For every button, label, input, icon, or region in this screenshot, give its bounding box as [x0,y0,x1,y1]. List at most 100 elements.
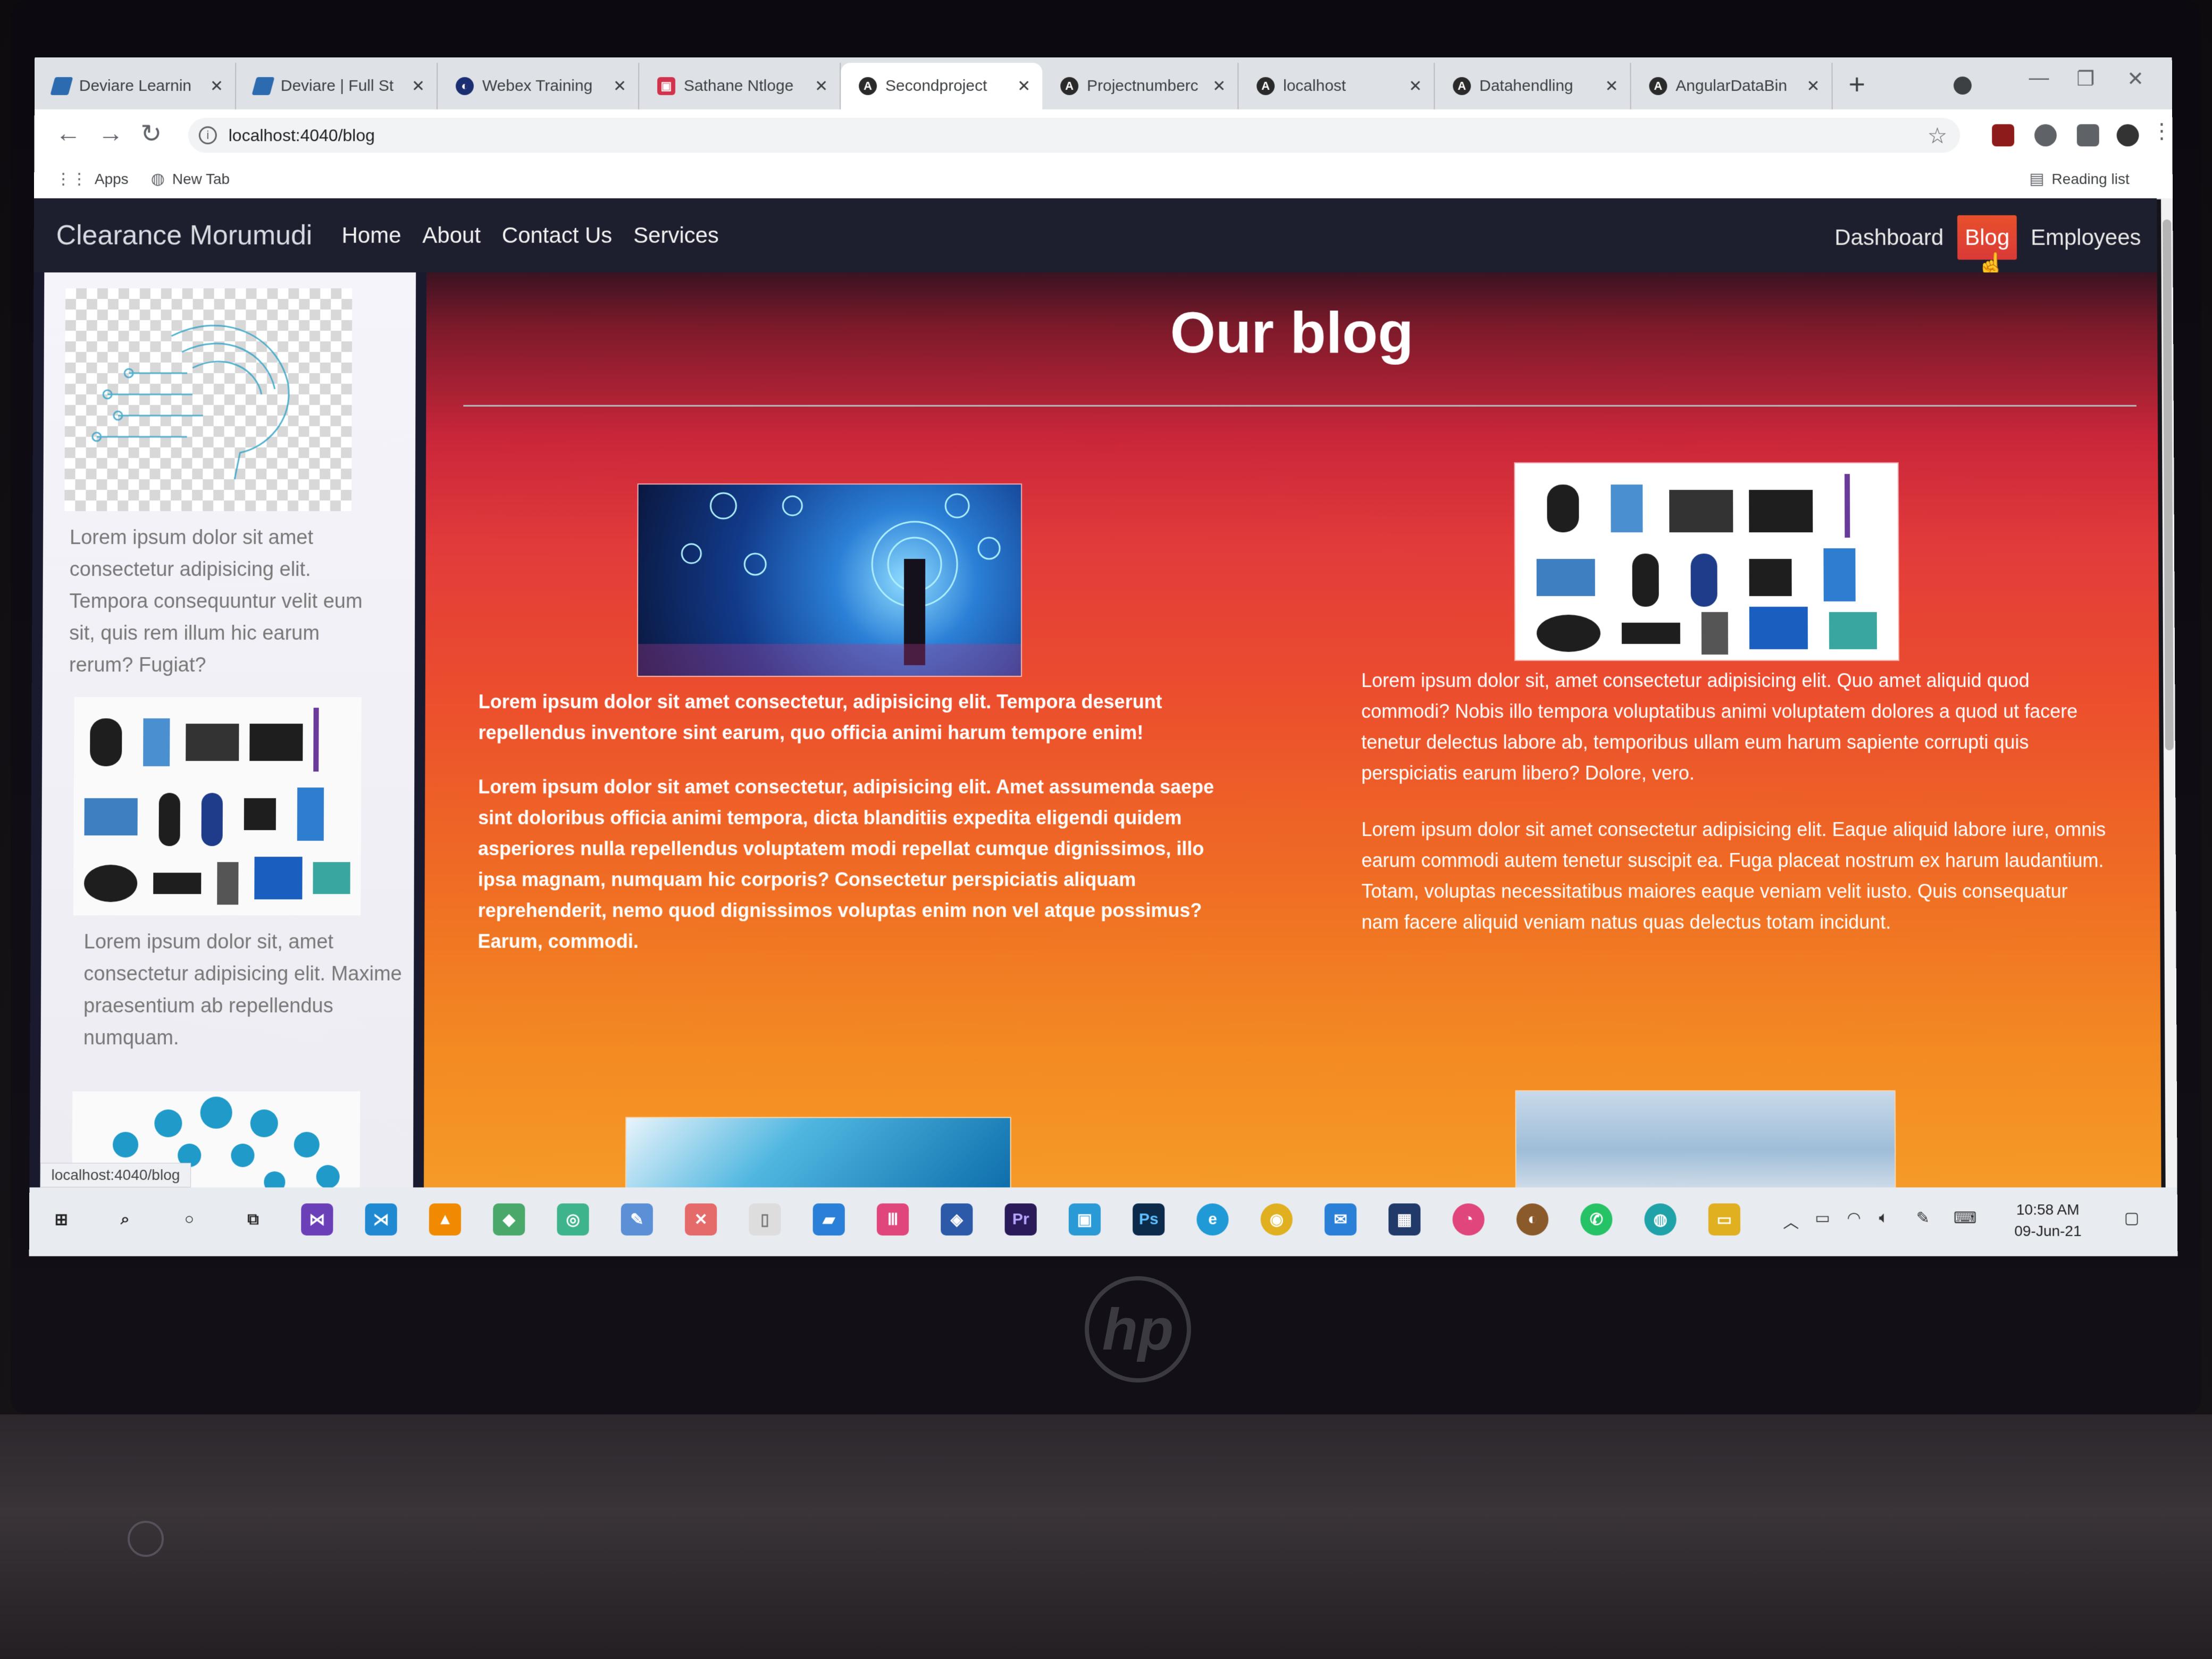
file-explorer-icon[interactable]: ▭ [1708,1203,1740,1235]
tab-datahendling[interactable]: A Datahendling ✕ [1435,63,1631,110]
close-icon[interactable]: ✕ [815,77,828,96]
photoshop-icon[interactable]: Ps [1133,1203,1164,1235]
angular-icon: A [1256,77,1275,95]
tab-localhost[interactable]: Alocalhost ✕ [1238,63,1435,110]
close-icon[interactable]: ✕ [1212,77,1226,96]
volume-icon[interactable]: 🔈︎ [1879,1209,1889,1227]
close-icon[interactable]: ✕ [613,77,626,96]
close-icon[interactable]: ✕ [210,77,223,96]
scrollbar-thumb[interactable] [2163,220,2174,750]
electronics-image [1515,463,1898,660]
whatsapp-icon[interactable]: ✆ [1580,1203,1612,1235]
new-tab-button[interactable]: + [1848,68,1865,101]
angular-icon: A [1649,77,1667,95]
bookmark-new-tab[interactable]: ◍ New Tab [151,170,230,188]
back-icon[interactable]: ← [55,119,81,148]
mail-icon[interactable]: ✉ [1325,1203,1356,1235]
menu-dots-icon[interactable]: ⋮ [2151,119,2172,144]
angular-icon: A [1453,77,1471,95]
app-icon-1[interactable]: ◆ [493,1203,525,1235]
pen-icon[interactable]: ✎ [1916,1209,1930,1227]
taskbar-clock[interactable]: 10:58 AM 09-Jun-21 [2014,1199,2082,1242]
window-close-icon[interactable]: ✕ [2127,67,2144,91]
reading-list-toolbar-icon[interactable] [2077,124,2099,147]
minimize-icon[interactable]: — [2029,67,2049,90]
app-icon-4[interactable]: ✕ [685,1203,717,1235]
web-page: Clearance Morumudi Home About Contact Us… [29,198,2161,1187]
vlc-icon[interactable]: ▲ [429,1203,461,1235]
nav-link-home[interactable]: Home [342,223,401,248]
site-info-icon[interactable]: i [199,127,217,145]
close-icon[interactable]: ✕ [412,77,425,96]
globe-icon: ◍ [151,170,165,188]
close-icon[interactable]: ✕ [1807,77,1820,96]
app-icon-5[interactable]: ▰ [813,1203,845,1235]
app-icon-3[interactable]: ✎ [621,1203,653,1235]
task-view-icon[interactable]: ⧉ [237,1203,269,1235]
angular-icon: A [1060,77,1078,95]
store-icon[interactable]: ▦ [1388,1203,1420,1235]
bookmark-star-icon[interactable]: ☆ [1928,122,1948,148]
pdf-extension-icon[interactable] [1992,124,2014,147]
reading-list-button[interactable]: ▤ Reading list [2029,170,2129,188]
app-icon-9[interactable]: ◐ [1516,1203,1548,1235]
browser-tab-strip: Deviare Learnin ✕ Deviare | Full St ✕ ◐ Web… [35,57,2172,109]
post-2-paragraph-1: Lorem ipsum dolor sit, amet consectetur … [1361,665,2106,789]
extensions-puzzle-icon[interactable] [2034,124,2057,147]
sathane-icon: ▣ [657,77,675,95]
restore-icon[interactable]: ❐ [2076,67,2094,91]
keyboard-icon[interactable]: ⌨ [1954,1209,1977,1227]
app-icon-7[interactable]: ▣ [1069,1203,1101,1235]
notification-icon[interactable]: ▢ [2124,1209,2140,1227]
reload-icon[interactable]: ↻ [140,119,162,149]
windows-start-icon[interactable]: ⊞ [45,1203,77,1235]
tab-webex-training[interactable]: ◐ Webex Training ✕ [438,63,639,110]
close-icon[interactable]: ✕ [1605,77,1618,96]
tray-chevron-icon[interactable]: ︿ [1783,1209,1799,1232]
blog-main: Our blog Lorem ipsum dolor sit amet cons… [424,272,2161,1187]
nav-link-dashboard[interactable]: Dashboard [1834,225,1943,250]
avatar[interactable] [2117,124,2139,147]
file-icon[interactable]: ▯ [749,1203,781,1235]
tab-sathane-ntloge[interactable]: ▣ Sathane Ntloge ✕ [639,63,841,110]
close-icon[interactable]: ✕ [1017,77,1030,96]
battery-icon[interactable]: ▭ [1815,1209,1830,1227]
virtualbox-icon[interactable]: ◈ [941,1203,973,1235]
forward-icon[interactable]: → [98,119,123,148]
tab-search-icon[interactable] [1954,77,1972,95]
wifi-icon[interactable]: ◠ [1847,1209,1861,1227]
premiere-icon[interactable]: Pr [1005,1203,1037,1235]
vscode-icon[interactable]: ⋊ [365,1203,397,1235]
deviare-icon [252,77,274,95]
tab-projectnumber[interactable]: A Projectnumberc ✕ [1042,63,1238,110]
webex-icon: ◐ [456,77,474,95]
visual-studio-icon[interactable]: ⋈ [301,1203,333,1235]
tech-hologram-illustration [638,484,1021,676]
tab-deviare-learning[interactable]: Deviare Learnin ✕ [35,63,236,110]
power-button-icon [128,1521,164,1557]
clock-time: 10:58 AM [2014,1199,2082,1220]
reading-list-icon: ▤ [2029,170,2044,188]
nav-link-contact-us[interactable]: Contact Us [502,223,612,248]
app-icon-8[interactable]: ◔ [1453,1203,1485,1235]
app-icon-6[interactable]: Ⅲ [877,1203,909,1235]
cortana-icon[interactable]: ○ [173,1203,205,1235]
app-icon-2[interactable]: ◎ [557,1203,589,1235]
nav-link-employees[interactable]: Employees [2031,225,2141,250]
tab-secondproject[interactable]: A Secondproject ✕ [841,63,1042,110]
site-brand[interactable]: Clearance Morumudi [56,220,312,252]
address-bar[interactable]: i localhost:4040/blog ☆ [188,118,1960,153]
nav-link-services[interactable]: Services [633,223,719,248]
close-icon[interactable]: ✕ [1409,77,1422,96]
tab-angulardatabinding[interactable]: A AngularDataBin ✕ [1631,63,1832,110]
search-icon[interactable]: ⌕ [109,1203,141,1235]
chrome-icon[interactable]: ◉ [1261,1203,1293,1235]
futuristic-city-image [1516,1091,1895,1187]
laptop-screen: Deviare Learnin ✕ Deviare | Full St ✕ ◐ Web… [29,57,2178,1256]
bookmark-apps[interactable]: ⋮⋮ Apps [55,170,129,188]
edge-icon[interactable]: e [1196,1203,1228,1235]
url-text: localhost:4040/blog [229,125,375,145]
nav-link-about[interactable]: About [422,223,481,248]
app-icon-10[interactable]: ◍ [1644,1203,1676,1235]
tab-deviare-fullstack[interactable]: Deviare | Full St ✕ [236,63,438,110]
